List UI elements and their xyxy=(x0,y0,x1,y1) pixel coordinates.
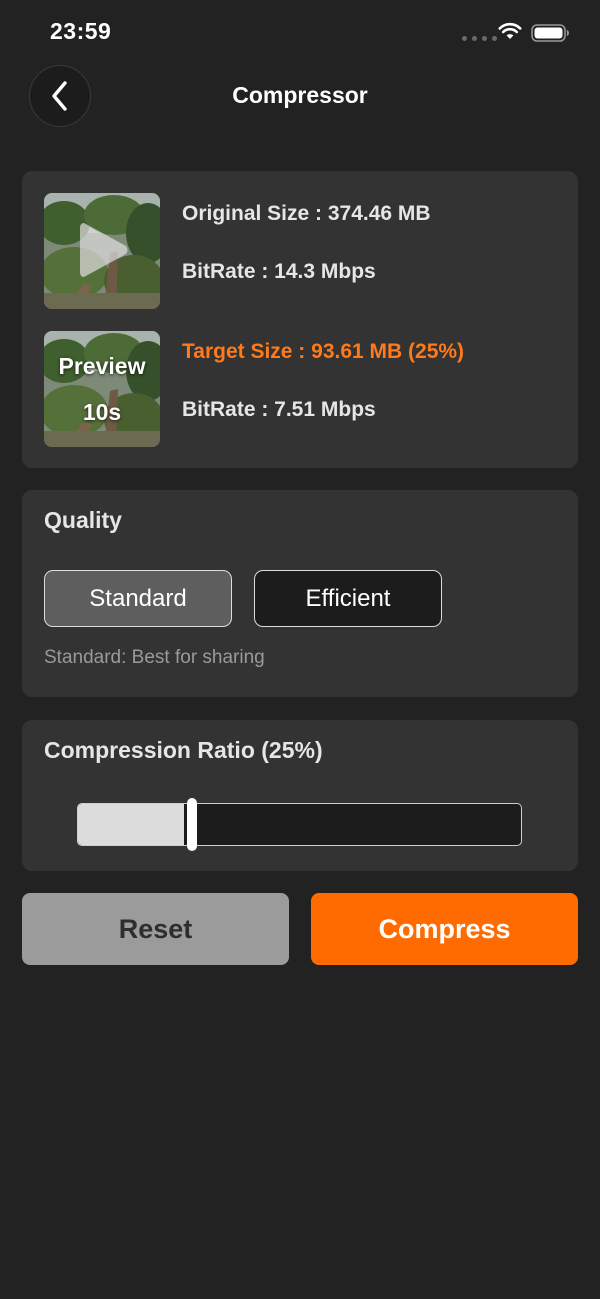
preview-duration: 10s xyxy=(82,399,122,425)
status-bar: 23:59 xyxy=(0,0,600,64)
original-bitrate-text: BitRate : 14.3 Mbps xyxy=(182,260,376,283)
target-bitrate-text: BitRate : 7.51 Mbps xyxy=(182,398,376,421)
video-thumbnail[interactable] xyxy=(44,193,160,309)
play-icon xyxy=(80,223,128,277)
preview-thumbnail[interactable]: Preview 10s xyxy=(44,331,160,447)
quality-efficient-button[interactable]: Efficient xyxy=(254,570,442,627)
preview-label: Preview xyxy=(58,353,146,379)
signal-dots-icon xyxy=(462,36,497,41)
target-size-text: Target Size : 93.61 MB (25%) xyxy=(182,340,465,363)
original-size-text: Original Size : 374.46 MB xyxy=(182,202,431,225)
battery-icon xyxy=(531,24,569,42)
quality-title: Quality xyxy=(44,507,122,533)
quality-description: Standard: Best for sharing xyxy=(44,647,265,668)
compress-button[interactable]: Compress xyxy=(311,893,578,965)
page-title: Compressor xyxy=(232,82,368,108)
reset-button[interactable]: Reset xyxy=(22,893,289,965)
preview-image xyxy=(44,331,160,447)
slider-fill xyxy=(78,804,184,845)
compression-ratio-title: Compression Ratio (25%) xyxy=(44,737,323,763)
wifi-icon xyxy=(498,22,522,39)
status-time: 23:59 xyxy=(50,18,112,44)
slider-thumb[interactable] xyxy=(187,798,197,851)
quality-standard-button[interactable]: Standard xyxy=(44,570,232,627)
compression-slider[interactable] xyxy=(77,803,522,846)
compression-card: Compression Ratio (25%) xyxy=(22,720,578,871)
video-info-card: Original Size : 374.46 MB BitRate : 14.3… xyxy=(22,171,578,468)
quality-card: Quality Standard Efficient Standard: Bes… xyxy=(22,490,578,697)
